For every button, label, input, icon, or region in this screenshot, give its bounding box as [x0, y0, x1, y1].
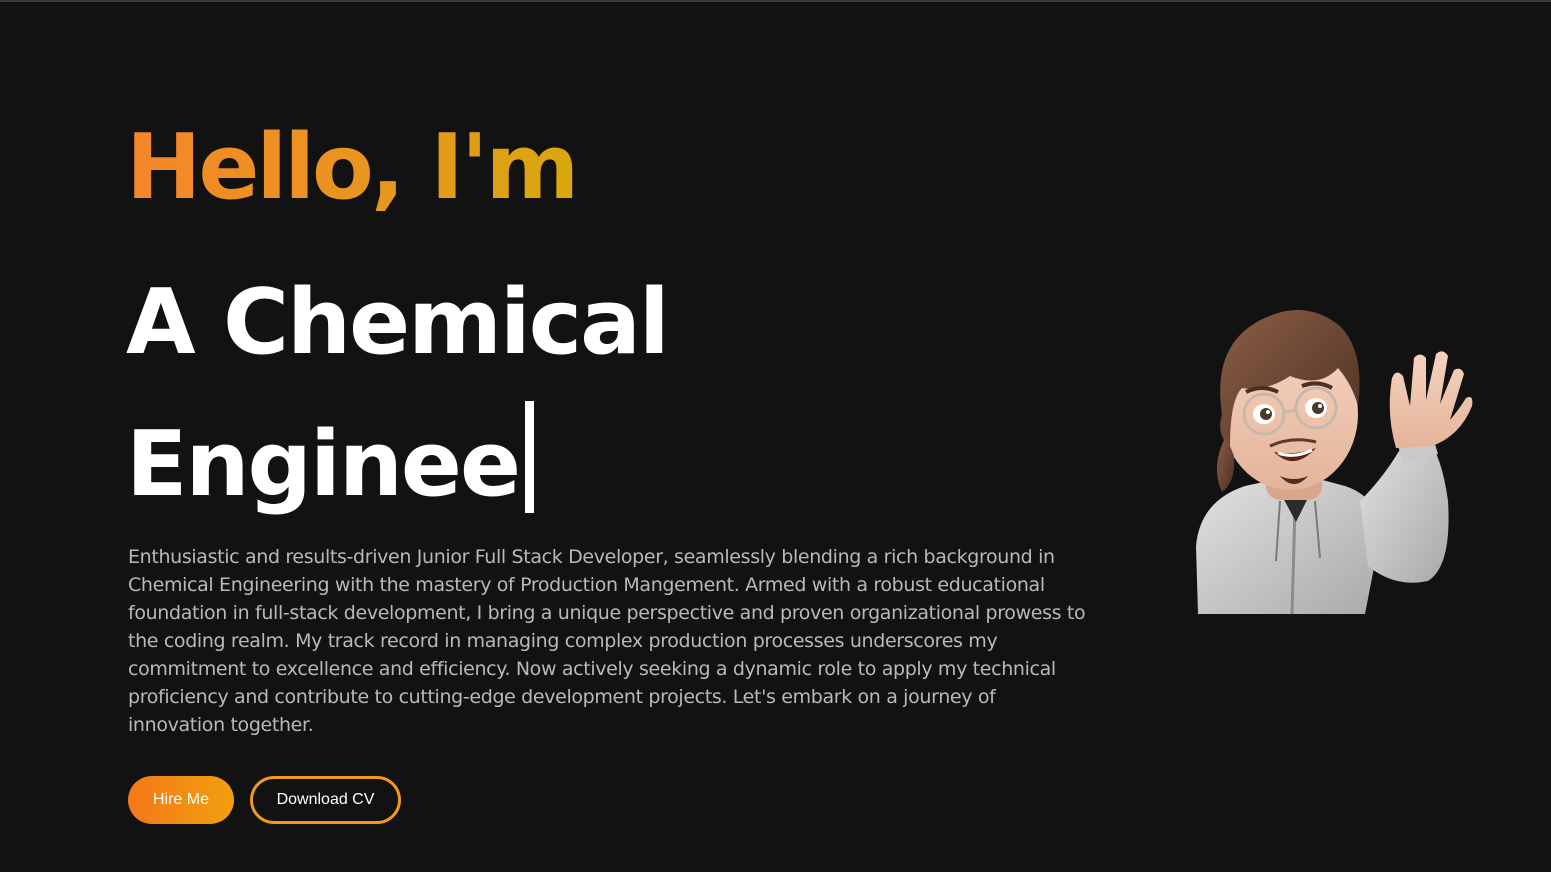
role-line-2: Enginee	[126, 412, 521, 517]
hire-me-button[interactable]: Hire Me	[128, 776, 234, 824]
hero-section: Hello, I'm A Chemical Enginee Enthusiast…	[0, 0, 1551, 872]
role-line-2-wrapper: Enginee	[126, 394, 766, 536]
bio-paragraph: Enthusiastic and results-driven Junior F…	[128, 546, 1086, 736]
waving-avatar-icon	[1196, 310, 1473, 615]
download-cv-button[interactable]: Download CV	[250, 776, 401, 824]
greeting-heading: Hello, I'm	[126, 108, 579, 228]
typing-caret	[524, 401, 534, 513]
typed-role-heading: A Chemical Enginee	[126, 252, 766, 536]
role-line-1: A Chemical	[126, 270, 670, 375]
